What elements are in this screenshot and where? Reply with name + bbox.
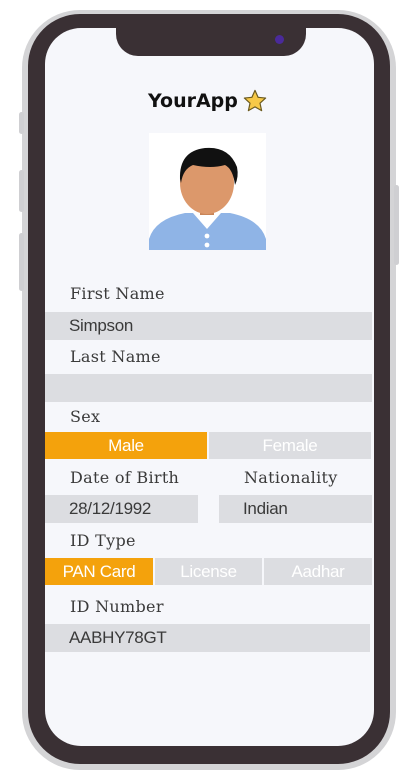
id-type-label: ID Type [70, 531, 136, 550]
side-button-volume-up [19, 170, 24, 212]
avatar[interactable] [149, 133, 266, 250]
first-name-label: First Name [70, 284, 165, 303]
sex-option-male[interactable]: Male [45, 432, 207, 459]
sex-label: Sex [70, 407, 101, 426]
nationality-input[interactable]: Indian [219, 495, 372, 523]
side-button-volume-down [19, 233, 24, 291]
id-type-option-pan-card[interactable]: PAN Card [45, 558, 153, 585]
app-title: YourApp [148, 88, 268, 114]
dob-input[interactable]: 28/12/1992 [45, 495, 198, 523]
nationality-label: Nationality [244, 468, 338, 487]
sex-option-female[interactable]: Female [209, 432, 371, 459]
side-button-mute [19, 112, 24, 134]
id-type-option-aadhar[interactable]: Aadhar [264, 558, 372, 585]
id-type-option-license[interactable]: License [155, 558, 262, 585]
first-name-input[interactable]: Simpson [45, 312, 372, 340]
star-icon [243, 89, 267, 112]
last-name-input[interactable] [45, 374, 372, 402]
side-button-power [394, 185, 399, 265]
camera-icon [275, 35, 284, 44]
last-name-label: Last Name [70, 347, 161, 366]
id-number-label: ID Number [70, 597, 164, 616]
user-avatar-icon [149, 147, 266, 250]
id-number-input[interactable]: AABHY78GT [45, 624, 370, 652]
dob-label: Date of Birth [70, 468, 180, 487]
app-title-text: YourApp [148, 90, 238, 112]
